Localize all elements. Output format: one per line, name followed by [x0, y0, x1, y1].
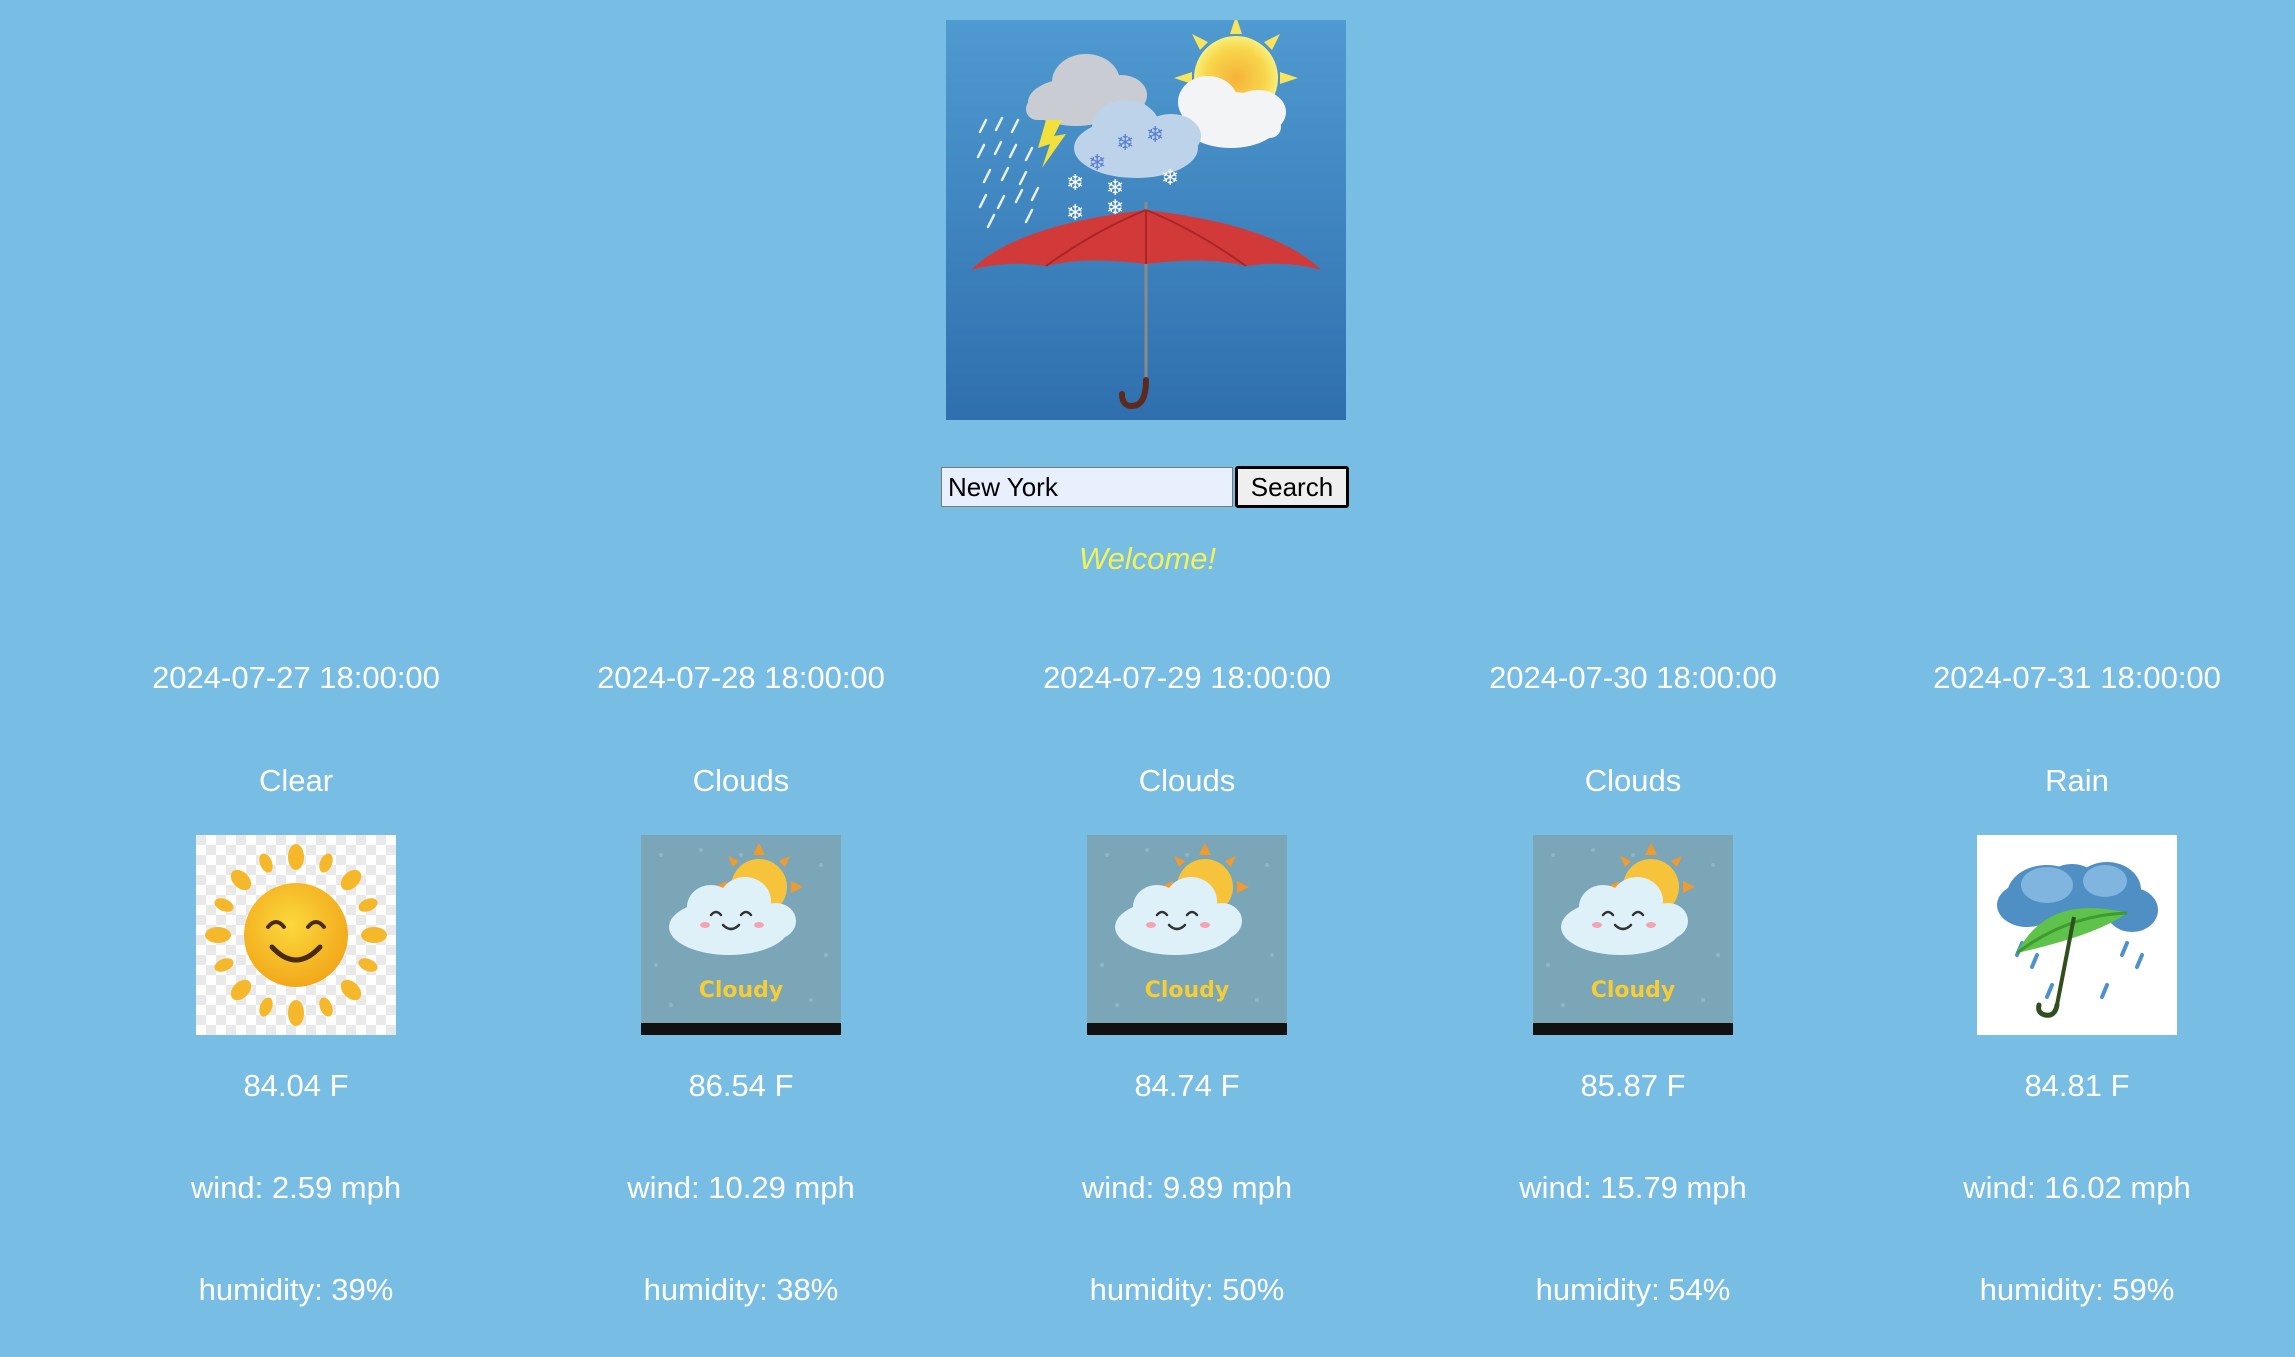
cloudy-icon-label: Cloudy — [1591, 978, 1676, 1003]
forecast-wind: wind: 9.89 mph — [1081, 1170, 1293, 1205]
forecast-condition: Clouds — [692, 763, 790, 798]
forecast-condition: Rain — [2045, 763, 2109, 798]
svg-text:❄: ❄ — [1146, 123, 1164, 148]
forecast-date: 2024-07-28 18:00:00 — [597, 660, 885, 695]
search-button[interactable]: Search — [1235, 466, 1349, 508]
forecast-humidity: humidity: 39% — [198, 1272, 394, 1307]
forecast-date: 2024-07-29 18:00:00 — [1043, 660, 1331, 695]
svg-text:❄: ❄ — [1116, 131, 1134, 156]
forecast-card: 2024-07-29 18:00:00 Clouds Cloudy 84.74 … — [987, 660, 1387, 1340]
forecast-date: 2024-07-31 18:00:00 — [1933, 660, 2221, 695]
forecast-humidity: humidity: 54% — [1535, 1272, 1731, 1307]
cloudy-icon: Cloudy — [1533, 835, 1733, 1035]
forecast-humidity: humidity: 50% — [1089, 1272, 1285, 1307]
cloudy-icon-label: Cloudy — [1145, 978, 1230, 1003]
forecast-humidity: humidity: 59% — [1979, 1272, 2175, 1307]
forecast-temperature: 86.54 F — [688, 1068, 794, 1103]
forecast-row: 2024-07-27 18:00:00 Clear 84.04 F wind: … — [0, 660, 2295, 1340]
weather-app: ❄ ❄ ❄ ❄ ❄ ❄ ❄ ❄ ❄ ❄ Search Welcome! — [0, 0, 2295, 1357]
search-bar: Search — [941, 466, 1349, 508]
city-search-input[interactable] — [941, 467, 1233, 507]
cloudy-icon: Cloudy — [1087, 835, 1287, 1035]
forecast-card: 2024-07-31 18:00:00 Rain 84.81 F wind: 1… — [1877, 660, 2277, 1340]
forecast-condition: Clouds — [1584, 763, 1682, 798]
svg-text:❄: ❄ — [1161, 166, 1179, 191]
forecast-wind: wind: 2.59 mph — [190, 1170, 402, 1205]
svg-text:❄: ❄ — [1088, 151, 1106, 176]
welcome-message: Welcome! — [1078, 541, 1217, 576]
forecast-humidity: humidity: 38% — [643, 1272, 839, 1307]
forecast-wind: wind: 15.79 mph — [1519, 1170, 1747, 1205]
weather-hero-image: ❄ ❄ ❄ ❄ ❄ ❄ ❄ ❄ ❄ ❄ — [946, 16, 1346, 420]
forecast-wind: wind: 16.02 mph — [1963, 1170, 2191, 1205]
sun-icon — [196, 835, 396, 1035]
forecast-wind: wind: 10.29 mph — [627, 1170, 855, 1205]
cloudy-icon: Cloudy — [641, 835, 841, 1035]
forecast-card: 2024-07-28 18:00:00 Clouds Cloudy 86.54 … — [541, 660, 941, 1340]
forecast-date: 2024-07-30 18:00:00 — [1489, 660, 1777, 695]
forecast-condition: Clear — [258, 763, 334, 798]
forecast-date: 2024-07-27 18:00:00 — [152, 660, 440, 695]
rain-umbrella-icon — [1977, 835, 2177, 1035]
forecast-temperature: 84.74 F — [1134, 1068, 1240, 1103]
cloudy-icon-label: Cloudy — [699, 978, 784, 1003]
forecast-temperature: 85.87 F — [1580, 1068, 1686, 1103]
forecast-temperature: 84.04 F — [243, 1068, 349, 1103]
forecast-card: 2024-07-27 18:00:00 Clear 84.04 F wind: … — [96, 660, 496, 1340]
svg-text:❄: ❄ — [1066, 171, 1084, 196]
forecast-card: 2024-07-30 18:00:00 Clouds Cloudy 85.87 … — [1433, 660, 1833, 1340]
forecast-condition: Clouds — [1138, 763, 1236, 798]
forecast-temperature: 84.81 F — [2024, 1068, 2130, 1103]
